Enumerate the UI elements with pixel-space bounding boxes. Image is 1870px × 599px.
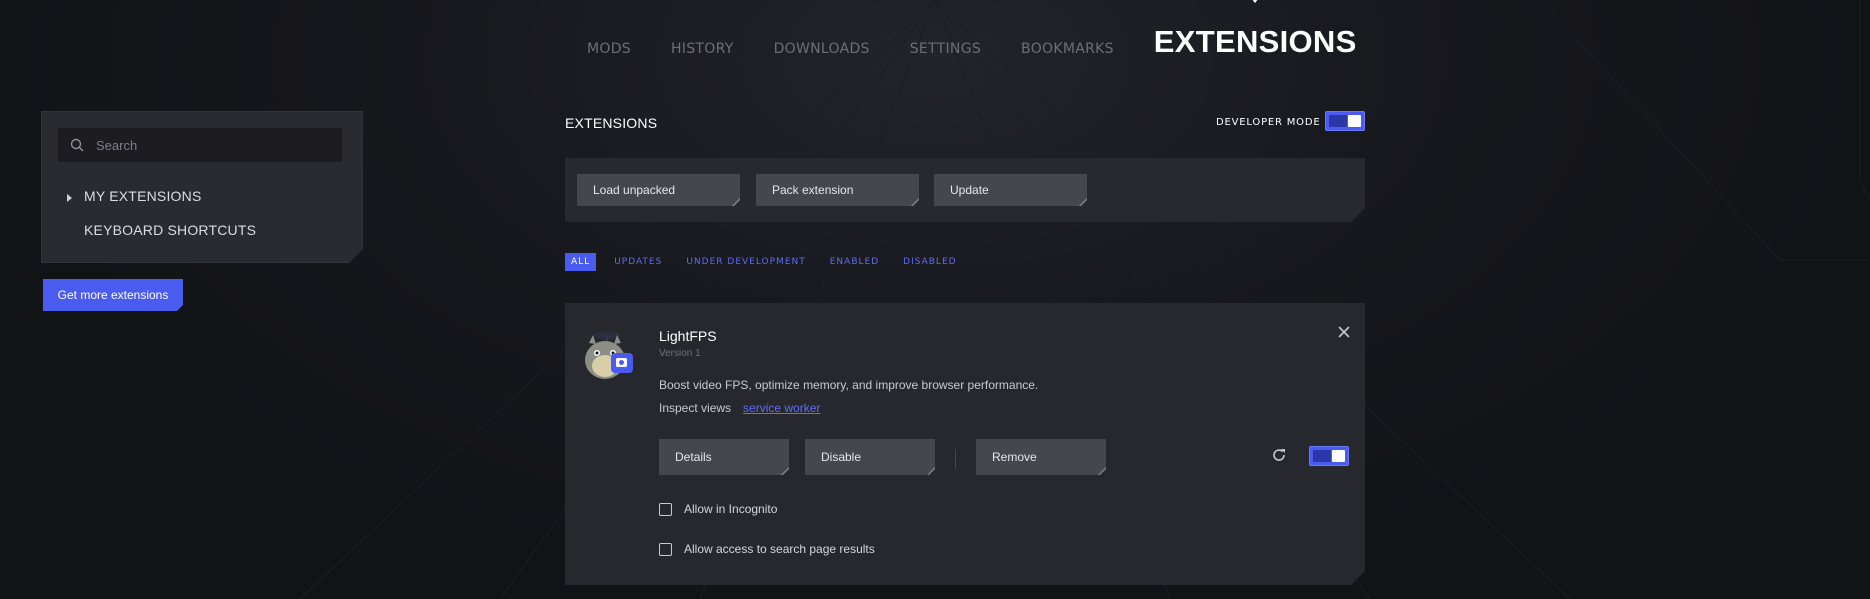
nav-settings[interactable]: SETTINGS <box>910 41 981 57</box>
tab-enabled[interactable]: ENABLED <box>830 257 879 267</box>
page-title: EXTENSIONS <box>565 115 658 131</box>
sidebar-item-my-extensions[interactable]: MY EXTENSIONS <box>84 188 201 204</box>
sidebar-item-keyboard-shortcuts[interactable]: KEYBOARD SHORTCUTS <box>84 222 256 238</box>
inspect-views: Inspect views service worker <box>659 401 820 415</box>
allow-incognito-row: Allow in Incognito <box>659 502 777 516</box>
developer-mode-toggle[interactable] <box>1325 111 1365 131</box>
extension-description: Boost video FPS, optimize memory, and im… <box>659 378 1039 392</box>
allow-search-row: Allow access to search page results <box>659 542 875 556</box>
load-unpacked-button[interactable]: Load unpacked <box>577 174 740 206</box>
nav-history[interactable]: HISTORY <box>671 41 734 57</box>
tab-all[interactable]: ALL <box>565 253 597 271</box>
allow-incognito-label: Allow in Incognito <box>684 502 778 516</box>
button-divider <box>955 449 956 469</box>
top-nav: MODS HISTORY DOWNLOADS SETTINGS BOOKMARK… <box>560 0 1357 80</box>
nav-bookmarks[interactable]: BOOKMARKS <box>1021 41 1114 57</box>
details-button[interactable]: Details <box>659 439 789 475</box>
extension-card: LightFPS Version 1 Boost video FPS, opti… <box>565 303 1365 585</box>
tab-disabled[interactable]: DISABLED <box>903 257 956 267</box>
allow-incognito-checkbox[interactable] <box>659 503 672 516</box>
tab-under-development[interactable]: UNDER DEVELOPMENT <box>686 257 805 267</box>
caret-down-icon <box>1251 0 1260 3</box>
service-worker-link[interactable]: service worker <box>743 401 820 415</box>
search-input[interactable] <box>94 137 338 154</box>
nav-extensions-active[interactable]: EXTENSIONS <box>1153 0 1357 60</box>
update-button[interactable]: Update <box>934 174 1087 206</box>
pack-extension-button[interactable]: Pack extension <box>756 174 919 206</box>
extensions-page: MODS HISTORY DOWNLOADS SETTINGS BOOKMARK… <box>0 0 1870 599</box>
nav-downloads[interactable]: DOWNLOADS <box>774 41 870 57</box>
allow-search-checkbox[interactable] <box>659 543 672 556</box>
sidebar: MY EXTENSIONS KEYBOARD SHORTCUTS <box>41 111 363 263</box>
extension-enable-toggle[interactable] <box>1309 446 1349 466</box>
disable-button[interactable]: Disable <box>805 439 935 475</box>
toggle-knob <box>1332 450 1345 462</box>
developer-mode-label: DEVELOPER MODE <box>1216 117 1321 128</box>
close-icon[interactable] <box>1335 323 1353 341</box>
filter-tabs: ALL UPDATES UNDER DEVELOPMENT ENABLED DI… <box>565 253 981 271</box>
extension-version: Version 1 <box>659 348 701 359</box>
remove-button[interactable]: Remove <box>976 439 1106 475</box>
extension-name: LightFPS <box>659 328 717 344</box>
get-more-extensions-button[interactable]: Get more extensions <box>43 279 183 311</box>
inspect-views-label: Inspect views <box>659 401 732 415</box>
extension-icon <box>581 325 639 381</box>
nav-extensions-label: EXTENSIONS <box>1153 23 1357 59</box>
nav-mods[interactable]: MODS <box>587 41 631 57</box>
reload-icon[interactable] <box>1270 446 1288 464</box>
search-icon <box>70 138 84 152</box>
tab-updates[interactable]: UPDATES <box>614 257 662 267</box>
action-bar: Load unpacked Pack extension Update <box>565 158 1365 222</box>
toggle-knob <box>1348 115 1361 127</box>
caret-right-icon <box>67 194 72 202</box>
search-box[interactable] <box>58 128 342 162</box>
allow-search-label: Allow access to search page results <box>684 542 875 556</box>
